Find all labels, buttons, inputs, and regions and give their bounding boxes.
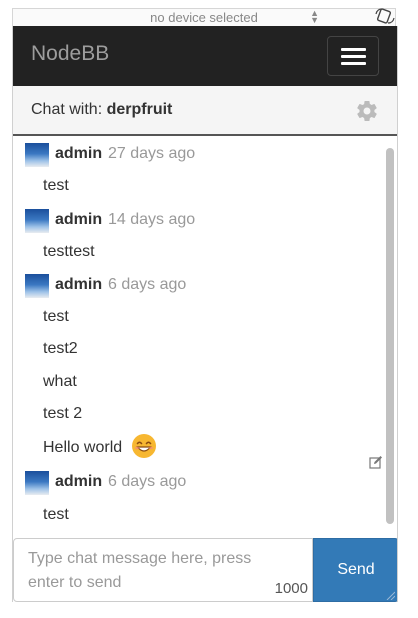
chat-input-placeholder: Type chat message here, press enter to s… — [28, 550, 252, 591]
message-header: admin 6 days ago — [25, 273, 225, 298]
chat-composer: Type chat message here, press enter to s… — [13, 538, 397, 602]
message-header: admin 14 days ago — [25, 208, 225, 233]
avatar[interactable] — [25, 209, 49, 233]
chat-messages[interactable]: admin 27 days ago test admin 14 days ago… — [13, 136, 397, 538]
rotate-device-icon[interactable] — [374, 8, 396, 24]
message-text: test — [43, 506, 69, 523]
chat-with-label: Chat with: — [31, 101, 103, 118]
message-text: testtest — [43, 243, 95, 260]
edit-icon[interactable] — [369, 455, 383, 469]
avatar[interactable] — [25, 274, 49, 298]
smiling-face-emoji — [131, 434, 156, 458]
message-author[interactable]: admin — [55, 145, 102, 163]
menu-toggle-button[interactable] — [327, 36, 379, 76]
chat-message-input[interactable]: Type chat message here, press enter to s… — [13, 538, 313, 602]
select-arrows-icon: ▲ ▼ — [310, 8, 319, 25]
message-text: test 2 — [43, 405, 83, 422]
message-header: admin 27 days ago — [25, 142, 225, 167]
message-timestamp: 14 days ago — [108, 211, 196, 228]
page-frame: NodeBB Chat with: derpfruit admin 27 day… — [12, 26, 398, 602]
navbar: NodeBB — [13, 26, 397, 86]
message-item: Hello world — [43, 434, 157, 459]
message-timestamp: 27 days ago — [108, 145, 196, 162]
message-timestamp: 6 days ago — [108, 473, 187, 490]
avatar[interactable] — [25, 471, 49, 495]
messages-scrollbar[interactable] — [386, 148, 394, 524]
chat-title: Chat with: derpfruit — [31, 101, 172, 119]
device-select[interactable]: no device selected ▲ ▼ — [12, 8, 396, 26]
resize-grip-icon[interactable] — [385, 590, 395, 600]
device-toolbar: no device selected ▲ ▼ — [0, 0, 418, 26]
message-author[interactable]: admin — [55, 276, 102, 294]
message-author[interactable]: admin — [55, 211, 102, 229]
brand-logo[interactable]: NodeBB — [31, 42, 109, 66]
message-header: admin 6 days ago — [25, 470, 225, 495]
device-select-label: no device selected — [150, 10, 258, 25]
avatar[interactable] — [25, 143, 49, 167]
chat-header: Chat with: derpfruit — [13, 86, 397, 136]
chat-recipient: derpfruit — [106, 101, 173, 118]
message-text: test — [43, 308, 69, 325]
message-text: test2 — [43, 340, 78, 357]
hamburger-menu-icon — [341, 55, 366, 58]
gear-icon[interactable] — [355, 99, 379, 123]
message-text: test — [43, 177, 69, 194]
message-timestamp: 6 days ago — [108, 276, 187, 293]
message-text: what — [43, 373, 77, 390]
character-limit: 1000 — [274, 580, 308, 597]
hamburger-menu-icon — [341, 62, 366, 65]
message-text: Hello world — [43, 439, 123, 457]
hamburger-menu-icon — [341, 48, 366, 51]
message-author[interactable]: admin — [55, 473, 102, 491]
